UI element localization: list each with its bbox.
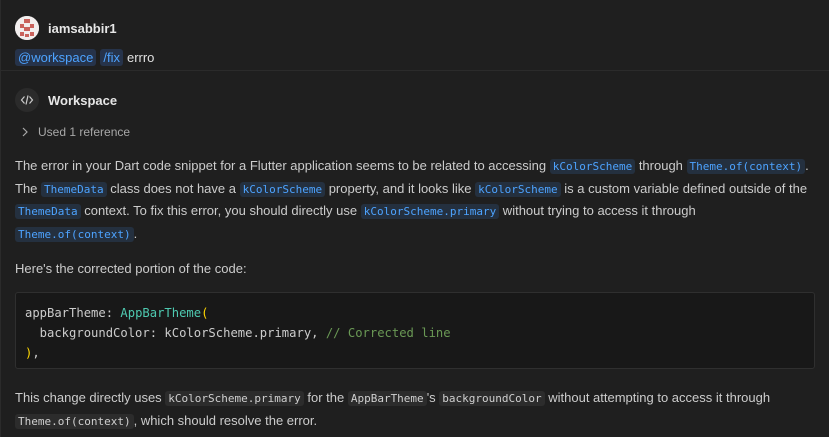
text-span: This change directly uses: [15, 390, 166, 405]
code-block[interactable]: appBarTheme: AppBarTheme( backgroundColo…: [15, 292, 815, 369]
references-label: Used 1 reference: [38, 125, 131, 139]
code-link-theme-of[interactable]: Theme.of(context): [686, 159, 806, 174]
username: iamsabbir1: [48, 20, 117, 36]
summary-paragraph: This change directly uses kColorScheme.p…: [15, 387, 815, 432]
code-link-theme-of[interactable]: Theme.of(context): [15, 226, 134, 242]
text-span: context. To fix this error, you should d…: [80, 203, 361, 218]
agent-name: Workspace: [48, 92, 118, 108]
text-span: .: [805, 158, 809, 173]
code-intro-text: Here's the corrected portion of the code…: [15, 261, 247, 276]
code-icon: [15, 88, 39, 112]
code-link-kcolorscheme-primary[interactable]: kColorScheme.primary: [360, 204, 500, 219]
code-link-kcolorscheme[interactable]: kColorScheme: [475, 181, 561, 197]
chevron-right-icon: [21, 127, 29, 137]
summary-line-1: This change directly uses kColorScheme.p…: [15, 387, 815, 410]
text-span: 's: [426, 390, 440, 405]
paragraph-line-1: The error in your Dart code snippet for …: [15, 155, 815, 178]
code-token: ,: [32, 346, 40, 360]
text-span: without attempting to access it through: [544, 390, 771, 405]
text-span: The: [15, 180, 42, 196]
code-link-themedata[interactable]: ThemeData: [15, 204, 81, 219]
code-link-themedata[interactable]: ThemeData: [41, 181, 107, 197]
chat-panel: iamsabbir1 @workspace /fix errro Workspa…: [0, 0, 829, 437]
user-message: @workspace /fix errro: [15, 49, 829, 66]
text-span: , which should resolve the error.: [133, 412, 318, 428]
assistant-response: Workspace Used 1 reference The error in …: [1, 71, 829, 432]
text-span: property, and it looks like: [325, 180, 476, 196]
text-span: is a custom variable defined outside of …: [560, 180, 808, 196]
fix-command-tag[interactable]: /fix: [100, 49, 123, 66]
code-token: backgroundColor: kColorScheme.primary,: [25, 326, 326, 340]
inline-code: kColorScheme.primary: [165, 391, 304, 406]
text-span: The error in your Dart code snippet for …: [15, 158, 550, 173]
text-span: for the: [303, 390, 348, 405]
paragraph-line-2: The ThemeData class does not have a kCol…: [15, 178, 815, 201]
user-request: iamsabbir1 @workspace /fix errro: [1, 0, 829, 71]
references-toggle[interactable]: Used 1 reference: [21, 124, 815, 140]
code-link-kcolorscheme[interactable]: kColorScheme: [549, 159, 636, 174]
text-span: through: [635, 158, 687, 173]
text-span: without trying to access it through: [499, 203, 696, 218]
text-span: .: [133, 225, 138, 241]
code-token-paren: (: [201, 306, 209, 320]
workspace-agent-tag[interactable]: @workspace: [15, 49, 97, 66]
inline-code: Theme.of(context): [15, 413, 134, 429]
code-token-comment: // Corrected line: [325, 326, 451, 340]
text-span: class does not have a: [106, 180, 240, 196]
response-header: Workspace: [15, 86, 815, 114]
user-header: iamsabbir1: [15, 14, 829, 42]
inline-code: backgroundColor: [439, 391, 545, 406]
user-avatar-icon: [15, 16, 39, 40]
inline-code: AppBarTheme: [347, 391, 427, 406]
code-link-kcolorscheme[interactable]: kColorScheme: [239, 181, 326, 197]
explanation-paragraph: The error in your Dart code snippet for …: [15, 155, 815, 245]
code-token-class: AppBarTheme: [120, 306, 202, 320]
user-message-text: errro: [126, 50, 155, 65]
summary-line-2: Theme.of(context), which should resolve …: [15, 410, 815, 433]
paragraph-line-3: ThemeData context. To fix this error, yo…: [15, 200, 815, 245]
code-token: appBarTheme:: [25, 306, 121, 320]
